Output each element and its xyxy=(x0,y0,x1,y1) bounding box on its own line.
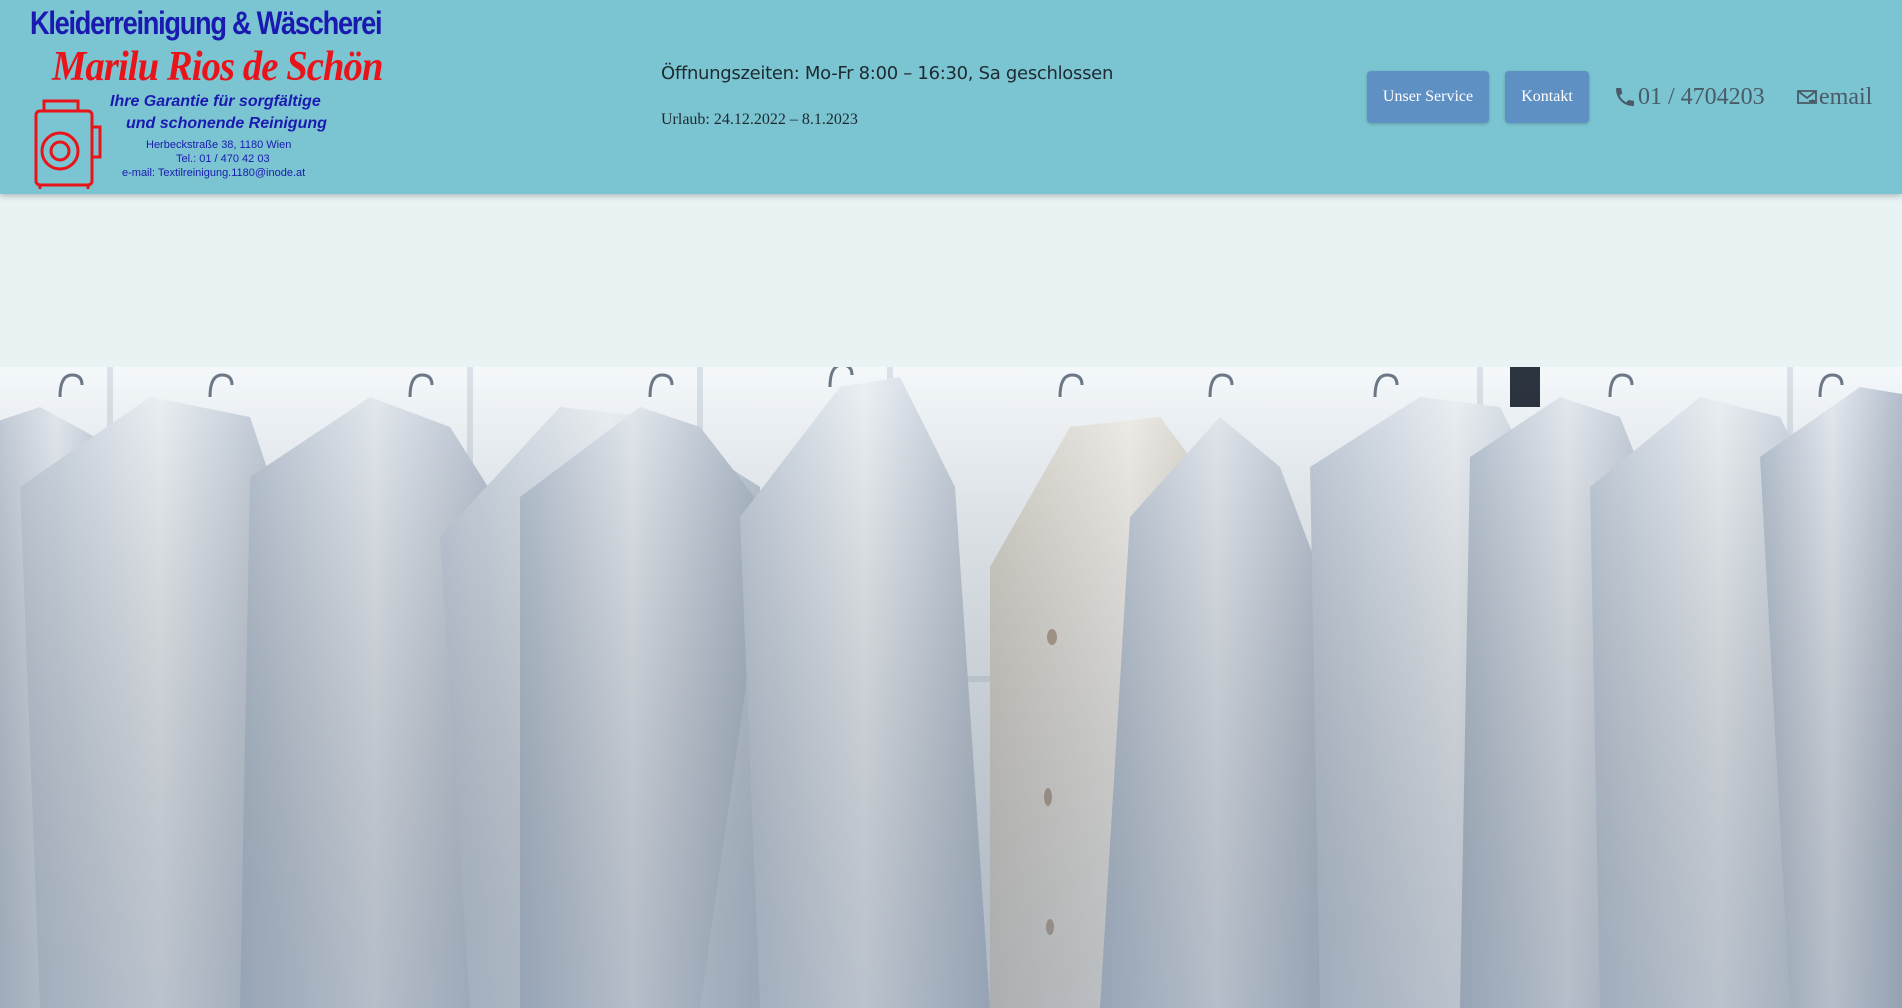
logo-email: e-mail: Textilreinigung.1180@inode.at xyxy=(122,167,306,179)
logo-address: Herbeckstraße 38, 1180 Wien xyxy=(146,139,292,151)
mail-icon xyxy=(1797,90,1817,104)
phone-number: 01 / 4704203 xyxy=(1638,83,1765,110)
logo-title: Kleiderreinigung & Wäscherei xyxy=(30,5,383,41)
logo-tel: Tel.: 01 / 470 42 03 xyxy=(176,153,270,165)
site-header: Kleiderreinigung & Wäscherei Marilu Rios… xyxy=(0,0,1902,194)
dry-cleaning-machine-icon xyxy=(34,99,102,189)
email-link[interactable]: email xyxy=(1795,81,1872,113)
phone-link[interactable]: 01 / 4704203 xyxy=(1613,81,1765,113)
vacation-notice: Urlaub: 24.12.2022 – 8.1.2023 xyxy=(661,111,858,128)
opening-hours: Öffnungszeiten: Mo-Fr 8:00 – 16:30, Sa g… xyxy=(661,63,1114,84)
logo-slogan-line2: und schonende Reinigung xyxy=(126,115,327,132)
email-label: email xyxy=(1819,83,1873,110)
company-logo[interactable]: Kleiderreinigung & Wäscherei Marilu Rios… xyxy=(30,5,383,189)
nav-service-button[interactable]: Unser Service xyxy=(1367,71,1489,123)
phone-icon xyxy=(1616,88,1634,106)
hero-shirts-illustration xyxy=(0,367,1902,1008)
spacer-band xyxy=(0,194,1902,367)
logo-owner-name: Marilu Rios de Schön xyxy=(52,44,383,90)
hero-image xyxy=(0,367,1902,1008)
nav-contact-button[interactable]: Kontakt xyxy=(1505,71,1589,123)
logo-slogan-line1: Ihre Garantie für sorgfältige xyxy=(110,93,321,110)
